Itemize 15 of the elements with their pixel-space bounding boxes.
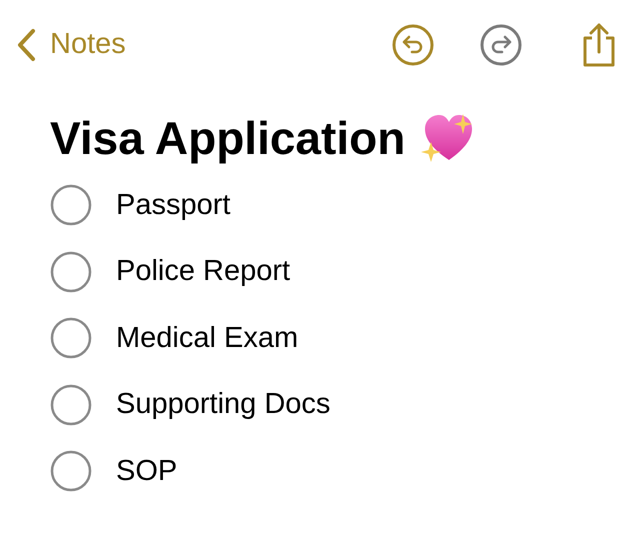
checkbox[interactable] (50, 450, 92, 492)
checklist-item-label: Passport (116, 188, 230, 222)
checklist-item-label: SOP (116, 454, 178, 488)
checklist-item-label: Supporting Docs (116, 387, 330, 422)
back-chevron-icon (16, 28, 36, 62)
checklist-item-label: Medical Exam (116, 320, 298, 356)
checkbox[interactable] (50, 184, 92, 226)
checklist-item-label: Police Report (116, 254, 290, 289)
undo-button[interactable] (392, 24, 434, 66)
back-button[interactable]: Notes (16, 23, 126, 67)
note-title: Visa Application (50, 112, 406, 164)
checkbox[interactable] (50, 317, 92, 360)
sparkling-heart-icon (419, 112, 474, 164)
checkbox[interactable] (50, 384, 92, 426)
checkbox[interactable] (50, 250, 92, 293)
